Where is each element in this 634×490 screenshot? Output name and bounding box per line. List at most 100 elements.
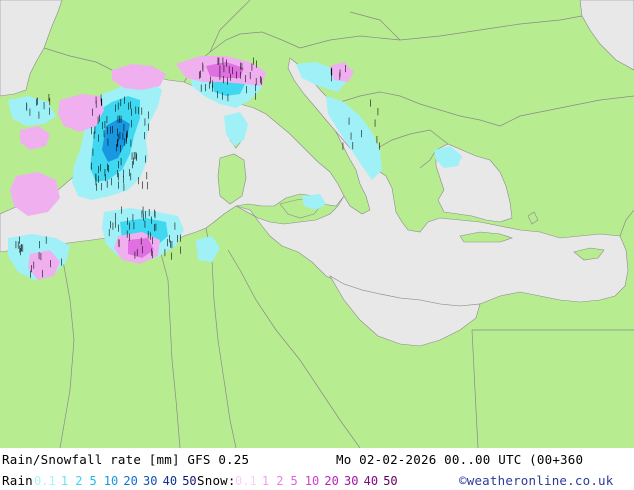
precip-tick-mark: | [244,75,246,83]
precip-tick-mark: | [144,118,146,126]
precip-tick-mark: | [198,71,200,79]
precip-tick-mark: | [174,222,176,230]
precip-tick-mark: | [228,66,230,74]
rain-entry: 20 [123,474,138,488]
precip-tick-mark: | [118,115,120,123]
credit-link[interactable]: ©weatheronline.co.uk [459,473,614,488]
rain-entry: 10 [103,474,119,488]
precip-tick-mark: | [223,75,225,83]
precip-tick-mark: | [136,248,138,256]
rain-entry: 5 [89,474,97,488]
precip-tick-mark: | [123,96,125,104]
precip-tick-mark: | [179,246,181,254]
precip-tick-mark: | [179,234,181,242]
precip-tick-mark: | [226,77,228,85]
precip-tick-mark: | [350,132,352,140]
precip-tick-mark: | [147,123,149,131]
precip-tick-mark: | [352,141,354,149]
precip-tick-mark: | [130,108,132,116]
precip-tick-mark: | [164,249,166,257]
precip-tick-mark: | [117,173,119,181]
precip-tick-mark: | [106,180,108,188]
precip-tick-mark: | [106,126,108,134]
precip-tick-mark: | [170,252,172,260]
precip-tick-mark: | [202,64,204,72]
map-title: Rain/Snowfall rate [mm] GFS 0.25 [2,452,250,467]
precip-tick-mark: | [109,126,111,134]
precip-tick-mark: | [144,155,146,163]
precip-tick-mark: | [49,107,51,115]
precip-tick-mark: | [38,252,40,260]
precip-tick-mark: | [48,94,50,102]
precip-tick-mark: | [171,241,173,249]
precip-tick-mark: | [255,60,257,68]
precip-tick-mark: | [146,171,148,179]
precip-tick-mark: | [101,121,103,129]
precip-tick-mark: | [218,57,220,65]
precip-tick-mark: | [176,235,178,243]
precip-tick-mark: | [147,230,149,238]
precip-tick-mark: | [150,248,152,256]
precip-tick-mark: | [108,228,110,236]
rain-entry: 50 [182,474,197,488]
precip-tick-mark: | [49,260,51,268]
precip-tick-mark: | [339,72,341,80]
precip-tick-mark: | [123,124,125,132]
snow-entry: 5 [290,474,298,488]
precip-tick-mark: | [143,131,145,139]
snow-entry: 40 [363,474,379,488]
precip-tick-mark: | [246,86,248,94]
precip-tick-mark: | [345,64,347,72]
precip-tick-mark: | [348,117,350,125]
precip-tick-mark: | [216,91,218,99]
precip-tick-mark: | [150,216,152,224]
precip-tick-mark: | [36,98,38,106]
precip-tick-mark: | [90,126,92,134]
precip-tick-mark: | [208,81,210,89]
precip-tick-mark: | [377,108,379,116]
precip-tick-mark: | [33,261,35,269]
precip-tick-mark: | [342,142,344,150]
precip-tick-mark: | [133,221,135,229]
precip-tick-mark: | [378,142,380,150]
precip-tick-mark: | [227,94,229,102]
snow-entry: 2 [276,474,284,488]
precip-tick-mark: | [97,175,99,183]
precip-tick-mark: | [100,183,102,191]
precip-tick-mark: | [109,220,111,228]
precip-tick-mark: | [146,181,148,189]
precip-tick-mark: | [106,163,108,171]
precip-tick-mark: | [19,247,21,255]
precip-tick-mark: | [117,224,119,232]
rain-label: Rain [2,473,33,488]
precip-tick-mark: | [204,84,206,92]
precip-tick-mark: | [360,129,362,137]
precip-tick-mark: | [259,76,261,84]
precip-tick-mark: | [126,217,128,225]
precip-tick-mark: | [130,119,132,127]
precip-tick-mark: | [129,233,131,241]
precip-tick-mark: | [120,99,122,107]
precip-tick-mark: | [94,126,96,134]
precip-tick-mark: | [125,136,127,144]
precip-tick-mark: | [118,239,120,247]
precip-tick-mark: | [18,236,20,244]
rain-entry: 40 [162,474,178,488]
precip-tick-mark: | [239,71,241,79]
precip-tick-mark: | [249,72,251,80]
precip-tick-mark: | [369,99,371,107]
precip-tick-mark: | [100,94,102,102]
snow-entry: 10 [304,474,320,488]
precip-tick-mark: | [330,74,332,82]
precip-tick-mark: | [92,108,94,116]
precip-tick-mark: | [141,246,143,254]
precip-tick-mark: | [95,100,97,108]
precip-tick-mark: | [60,258,62,266]
precip-tick-mark: | [103,129,105,137]
precip-tick-mark: | [241,62,243,70]
precip-tick-mark: | [116,128,118,136]
precipitation-map: |||||||||||||||||||||| ||||||||||||||||||… [0,0,634,448]
precip-tick-mark: | [219,65,221,73]
precip-tick-mark: | [95,183,97,191]
precip-tick-mark: | [236,71,238,79]
